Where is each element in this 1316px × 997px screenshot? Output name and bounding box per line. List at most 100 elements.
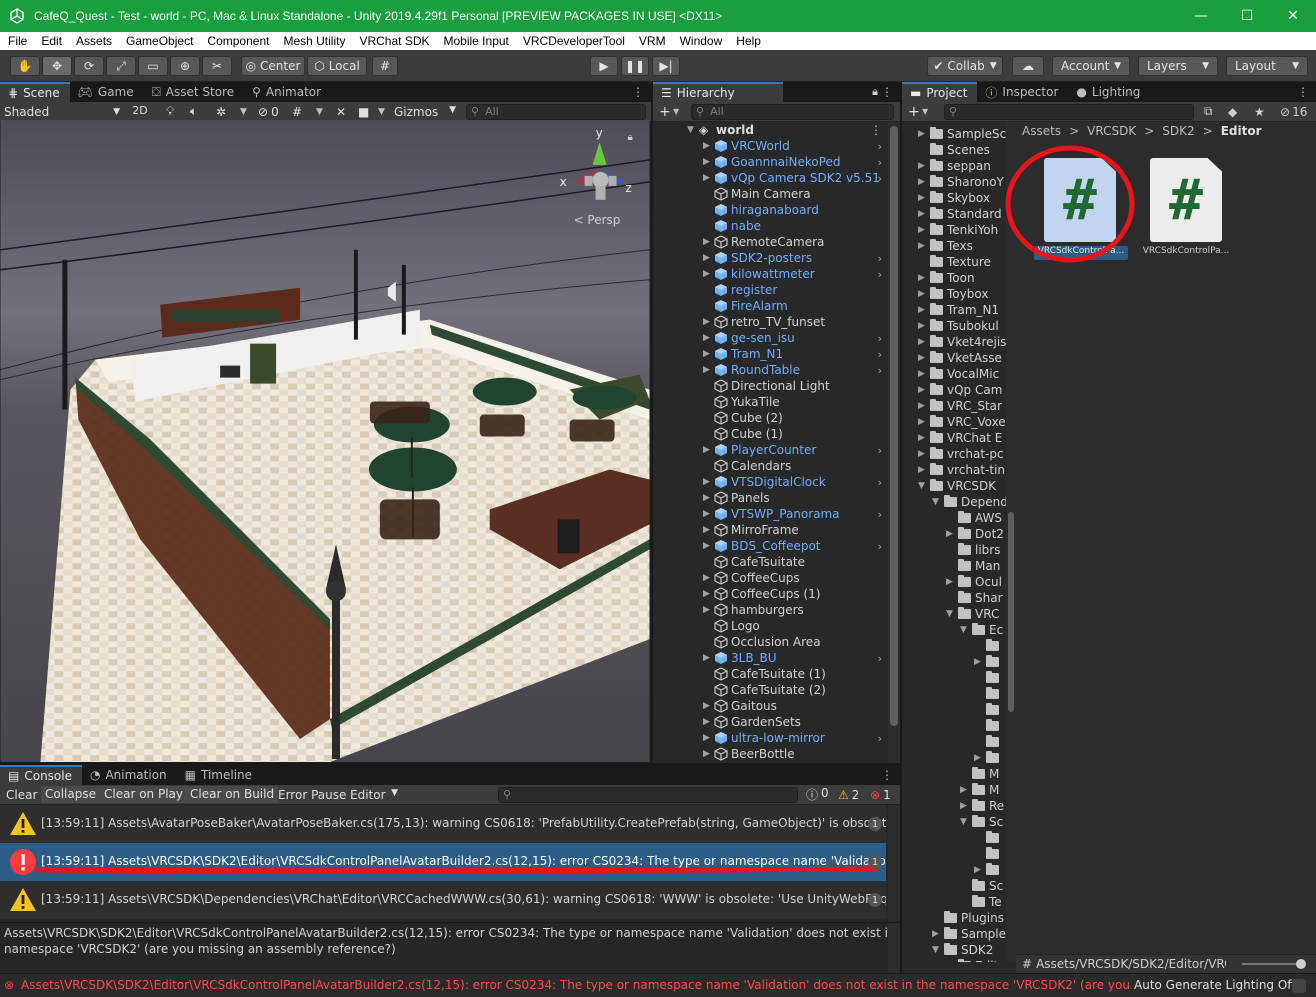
folder-tree-item[interactable]: M	[960, 766, 999, 782]
hierarchy-item[interactable]: hiraganaboard	[653, 202, 888, 218]
hierarchy-item[interactable]: Occlusion Area	[653, 634, 888, 650]
expand-arrow-icon[interactable]: ▶	[703, 269, 710, 279]
rect-tool-icon[interactable]: ▭	[138, 56, 168, 76]
expand-arrow-icon[interactable]: ▼	[687, 125, 694, 135]
create-asset-button[interactable]: +	[908, 104, 920, 120]
folder-tree-item[interactable]	[974, 734, 1003, 750]
folder-tree-item[interactable]: ▶ Sample	[932, 926, 1006, 942]
hierarchy-item[interactable]: Main Camera	[653, 186, 888, 202]
hierarchy-item[interactable]: ▶ Tram_N1 ›	[653, 346, 888, 362]
tab-timeline[interactable]: ▦ Timeline	[177, 765, 262, 785]
detail-line-2[interactable]: namespace 'VRCSDK2' (are you missing an …	[4, 942, 396, 956]
clear-on-play-button[interactable]: Clear on Play	[100, 786, 187, 803]
scale-tool-icon[interactable]: ⤢	[106, 56, 136, 76]
hierarchy-item[interactable]: nabe	[653, 218, 888, 234]
expand-arrow-icon[interactable]: ▶	[918, 433, 930, 443]
hierarchy-item[interactable]: ▶ VRCWorld ›	[653, 138, 888, 154]
expand-arrow-icon[interactable]: ▶	[932, 929, 944, 939]
camera-icon[interactable]: ■	[358, 105, 369, 119]
hierarchy-item[interactable]: FireAlarm	[653, 298, 888, 314]
expand-arrow-icon[interactable]: ▶	[974, 753, 986, 763]
scene-menu-icon[interactable]: ⋮	[870, 123, 882, 137]
layout-dropdown[interactable]: Layout ▼	[1226, 56, 1308, 76]
expand-arrow-icon[interactable]: ▶	[918, 161, 930, 171]
folder-tree-item[interactable]: ▶ vQp Cam	[918, 382, 1002, 398]
expand-arrow-icon[interactable]: ▶	[918, 305, 930, 315]
lock-icon[interactable]: 🔒︎	[628, 132, 633, 143]
scrollbar-thumb[interactable]	[890, 126, 898, 726]
menu-vrchat-sdk[interactable]: VRChat SDK	[352, 34, 436, 48]
expand-arrow-icon[interactable]: ▶	[703, 317, 710, 327]
tab-game[interactable]: 🎮︎ Game	[70, 82, 144, 102]
panel-menu-icon[interactable]: ⋮	[1297, 85, 1309, 99]
pivot-local-button[interactable]: ⬡ Local	[307, 56, 367, 76]
hierarchy-item[interactable]: ▶ ge-sen_isu ›	[653, 330, 888, 346]
expand-arrow-icon[interactable]: ▶	[703, 605, 710, 615]
open-prefab-chevron-icon[interactable]: ›	[878, 332, 882, 345]
hierarchy-item[interactable]: ▶ hamburgers	[653, 602, 888, 618]
folder-tree-item[interactable]: ▶ SharonoY	[918, 174, 1004, 190]
expand-arrow-icon[interactable]: ▶	[703, 717, 710, 727]
expand-arrow-icon[interactable]: ▶	[703, 589, 710, 599]
expand-arrow-icon[interactable]: ▶	[703, 237, 710, 247]
open-prefab-chevron-icon[interactable]: ›	[878, 732, 882, 745]
scene-viewport[interactable]: y x z < Persp 🔒︎	[0, 120, 650, 762]
folder-tree-item[interactable]: ▼ VRC	[946, 606, 999, 622]
persp-label[interactable]: < Persp	[574, 213, 621, 227]
hidden-packages-toggle[interactable]: ⊘ 16	[1280, 105, 1307, 119]
warning-filter-toggle[interactable]: ⚠ 2	[838, 788, 859, 802]
hierarchy-item[interactable]: CafeTsuitate	[653, 554, 888, 570]
expand-arrow-icon[interactable]: ▶	[918, 417, 930, 427]
menu-help[interactable]: Help	[729, 34, 768, 48]
expand-arrow-icon[interactable]: ▶	[703, 525, 710, 535]
expand-arrow-icon[interactable]: ▶	[703, 749, 710, 759]
create-button[interactable]: +	[659, 104, 671, 120]
folder-tree-item[interactable]: ▼ Ec	[960, 622, 1003, 638]
hierarchy-item[interactable]: Calendars	[653, 458, 888, 474]
hierarchy-item[interactable]: register	[653, 282, 888, 298]
expand-arrow-icon[interactable]: ▶	[703, 477, 710, 487]
snap-grid-icon[interactable]: #	[372, 56, 398, 76]
pause-button[interactable]: ❚❚	[621, 56, 649, 76]
folder-tree-item[interactable]: ▶ Ocul	[946, 574, 1002, 590]
console-warning-entry[interactable]: [13:59:11] Assets\VRCSDK\Dependencies\VR…	[0, 881, 886, 919]
menu-mesh-utility[interactable]: Mesh Utility	[276, 34, 352, 48]
icon-size-slider[interactable]	[1242, 959, 1306, 969]
console-error-entry[interactable]: [13:59:11] Assets\VRCSDK\SDK2\Editor\VRC…	[0, 843, 886, 881]
layers-dropdown[interactable]: Layers ▼	[1138, 56, 1218, 76]
expand-arrow-icon[interactable]: ▶	[918, 209, 930, 219]
open-prefab-chevron-icon[interactable]: ›	[878, 652, 882, 665]
folder-tree-item[interactable]: AWS	[946, 510, 1002, 526]
folder-tree-item[interactable]: Edito	[946, 958, 1006, 962]
folder-tree-item[interactable]: ▶ SampleSc	[918, 126, 1006, 142]
expand-arrow-icon[interactable]: ▶	[918, 177, 930, 187]
hierarchy-item[interactable]: ▶ MirroFrame	[653, 522, 888, 538]
filter-type-icon[interactable]: ⧉	[1204, 104, 1213, 119]
clear-button[interactable]: Clear	[6, 788, 37, 802]
expand-arrow-icon[interactable]: ▼	[946, 609, 958, 619]
menu-assets[interactable]: Assets	[69, 34, 119, 48]
open-prefab-chevron-icon[interactable]: ›	[878, 476, 882, 489]
open-prefab-chevron-icon[interactable]: ›	[878, 444, 882, 457]
menu-file[interactable]: File	[0, 34, 34, 48]
tab-hierarchy[interactable]: ☰ Hierarchy	[653, 82, 783, 102]
folder-tree-item[interactable]: ▶ M	[960, 782, 999, 798]
expand-arrow-icon[interactable]: ▶	[703, 509, 710, 519]
lock-icon[interactable]: 🔒︎	[872, 85, 878, 99]
hierarchy-item[interactable]: ▶ VTSWP_Panorama ›	[653, 506, 888, 522]
expand-arrow-icon[interactable]: ▶	[918, 273, 930, 283]
folder-tree-item[interactable]: Shar	[946, 590, 1003, 606]
chevron-down-icon[interactable]: ▼	[673, 107, 679, 116]
folder-tree-item[interactable]: ▶ TenkiYoh	[918, 222, 998, 238]
expand-arrow-icon[interactable]: ▶	[946, 529, 958, 539]
expand-arrow-icon[interactable]: ▶	[703, 173, 710, 183]
expand-arrow-icon[interactable]: ▶	[918, 321, 930, 331]
transform-tool-icon[interactable]: ⊕	[170, 56, 200, 76]
open-prefab-chevron-icon[interactable]: ›	[878, 268, 882, 281]
tab-animator[interactable]: ⚲ Animator	[244, 82, 331, 102]
folder-tree-item[interactable]: ▶ Tsubokul	[918, 318, 999, 334]
folder-tree-item[interactable]: librs	[946, 542, 1000, 558]
expand-arrow-icon[interactable]: ▶	[918, 465, 930, 475]
hierarchy-item[interactable]: Cube (1)	[653, 426, 888, 442]
grid-icon[interactable]: #	[292, 105, 302, 119]
